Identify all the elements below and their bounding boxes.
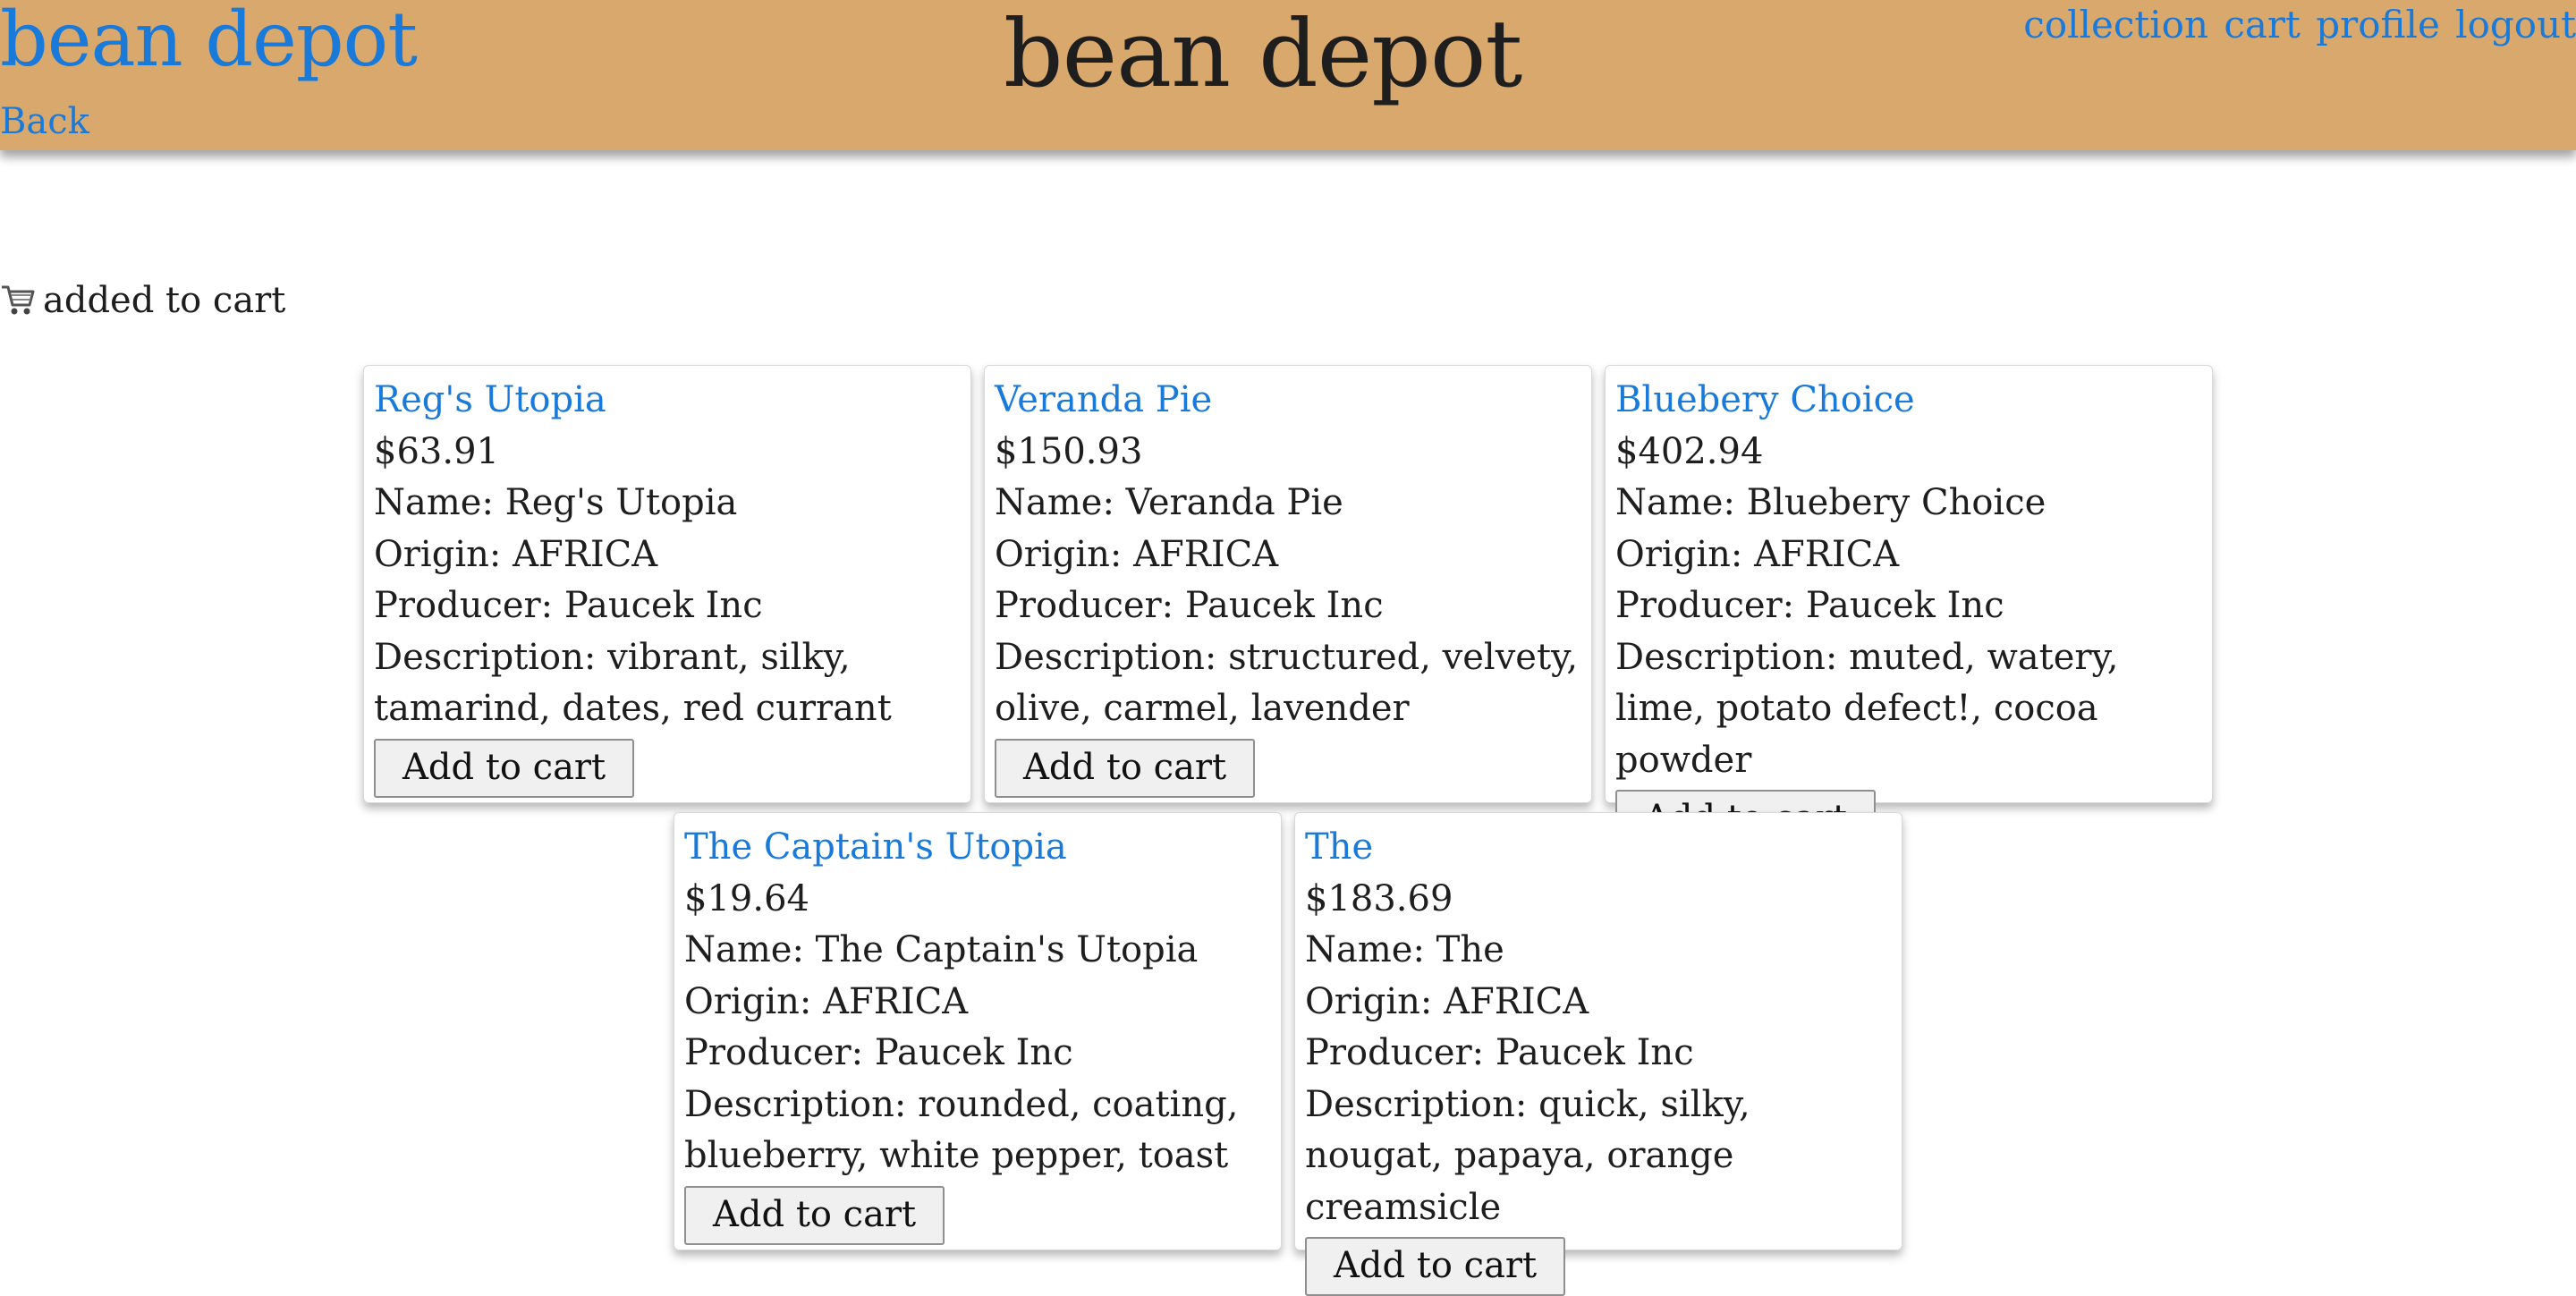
product-title-link[interactable]: The <box>1305 822 1893 874</box>
product-price: $63.91 <box>374 430 499 472</box>
product-name-row: Name: Bluebery Choice <box>1615 478 2203 529</box>
product-origin-row: Origin: AFRICA <box>684 977 1272 1029</box>
site-header: bean depot Back bean depot collection ca… <box>0 0 2576 150</box>
product-card: The Captain's Utopia $19.64 Name: The Ca… <box>674 812 1282 1250</box>
product-name-row: Name: Reg's Utopia <box>374 478 962 529</box>
product-title-link[interactable]: Bluebery Choice <box>1615 375 2203 427</box>
name-label: Name: <box>684 929 816 970</box>
add-to-cart-button[interactable]: Add to cart <box>684 1185 945 1245</box>
product-producer-row: Producer: Paucek Inc <box>684 1028 1272 1080</box>
product-origin-row: Origin: AFRICA <box>995 529 1582 581</box>
cart-icon <box>2 285 35 315</box>
producer-label: Producer: <box>1305 1032 1496 1073</box>
product-name-row: Name: The <box>1305 925 1893 977</box>
description-label: Description: <box>684 1083 919 1125</box>
nav-cart-link[interactable]: cart <box>2224 3 2301 47</box>
description-label: Description: <box>1305 1083 1539 1125</box>
name-label: Name: <box>1305 929 1436 970</box>
product-producer-row: Producer: Paucek Inc <box>374 580 962 632</box>
flash-message: added to cart <box>0 277 285 324</box>
product-name: Veranda Pie <box>1125 482 1343 523</box>
product-origin: AFRICA <box>513 533 658 575</box>
flash-text: added to cart <box>43 280 286 321</box>
producer-label: Producer: <box>1615 585 1806 626</box>
product-name-row: Name: Veranda Pie <box>995 478 1582 529</box>
description-label: Description: <box>995 636 1229 678</box>
product-card: The $183.69 Name: The Origin: AFRICA Pro… <box>1294 812 1902 1296</box>
origin-label: Origin: <box>684 980 824 1022</box>
product-description-row: Description: quick, silky, nougat, papay… <box>1305 1080 1893 1234</box>
nav-logout-link[interactable]: logout <box>2455 3 2576 47</box>
product-card: Veranda Pie $150.93 Name: Veranda Pie Or… <box>984 365 1592 803</box>
origin-label: Origin: <box>374 533 513 575</box>
producer-label: Producer: <box>995 585 1185 626</box>
product-producer-row: Producer: Paucek Inc <box>1615 580 2203 632</box>
product-producer: Paucek Inc <box>564 585 763 626</box>
add-to-cart-button[interactable]: Add to cart <box>1305 1237 1566 1296</box>
add-to-cart-button[interactable]: Add to cart <box>374 738 635 798</box>
product-description-row: Description: vibrant, silky, tamarind, d… <box>374 632 962 735</box>
product-origin: AFRICA <box>1754 533 1900 575</box>
product-title-link[interactable]: The Captain's Utopia <box>684 822 1272 874</box>
product-price: $402.94 <box>1615 430 1764 472</box>
product-name: Bluebery Choice <box>1746 482 2046 523</box>
product-producer: Paucek Inc <box>1805 585 2004 626</box>
product-name: Reg's Utopia <box>504 482 738 523</box>
origin-label: Origin: <box>1615 533 1755 575</box>
product-price: $183.69 <box>1305 877 1453 919</box>
product-card: Reg's Utopia $63.91 Name: Reg's Utopia O… <box>363 365 971 803</box>
product-name: The <box>1436 929 1504 970</box>
product-price: $150.93 <box>995 430 1143 472</box>
product-name-row: Name: The Captain's Utopia <box>684 925 1272 977</box>
product-title-link[interactable]: Veranda Pie <box>995 375 1582 427</box>
product-price: $19.64 <box>684 877 809 919</box>
origin-label: Origin: <box>1305 980 1445 1022</box>
producer-label: Producer: <box>684 1032 875 1073</box>
product-card: Bluebery Choice $402.94 Name: Bluebery C… <box>1605 365 2213 849</box>
product-origin-row: Origin: AFRICA <box>374 529 962 581</box>
brand-link[interactable]: bean depot <box>0 0 418 80</box>
producer-label: Producer: <box>374 585 564 626</box>
product-producer: Paucek Inc <box>874 1032 1073 1073</box>
nav-collection-link[interactable]: collection <box>2023 3 2208 47</box>
product-name: The Captain's Utopia <box>815 929 1199 970</box>
product-grid: Reg's Utopia $63.91 Name: Reg's Utopia O… <box>362 365 2214 1296</box>
description-label: Description: <box>1615 636 1850 678</box>
product-origin: AFRICA <box>1133 533 1279 575</box>
add-to-cart-button[interactable]: Add to cart <box>995 738 1256 798</box>
product-producer: Paucek Inc <box>1495 1032 1694 1073</box>
product-description-row: Description: muted, watery, lime, potato… <box>1615 632 2203 787</box>
description-label: Description: <box>374 636 608 678</box>
name-label: Name: <box>1615 482 1747 523</box>
name-label: Name: <box>374 482 505 523</box>
product-producer: Paucek Inc <box>1184 585 1384 626</box>
origin-label: Origin: <box>995 533 1134 575</box>
product-origin-row: Origin: AFRICA <box>1305 977 1893 1029</box>
nav-profile-link[interactable]: profile <box>2316 3 2440 47</box>
page-title: bean depot <box>1004 0 1522 108</box>
product-origin: AFRICA <box>1444 980 1589 1022</box>
product-producer-row: Producer: Paucek Inc <box>995 580 1582 632</box>
name-label: Name: <box>995 482 1126 523</box>
product-producer-row: Producer: Paucek Inc <box>1305 1028 1893 1080</box>
product-title-link[interactable]: Reg's Utopia <box>374 375 962 427</box>
top-nav: collection cart profile logout <box>2020 2 2576 48</box>
product-description-row: Description: structured, velvety, olive,… <box>995 632 1582 735</box>
product-origin: AFRICA <box>823 980 969 1022</box>
product-origin-row: Origin: AFRICA <box>1615 529 2203 581</box>
back-link[interactable]: Back <box>0 100 89 143</box>
product-description-row: Description: rounded, coating, blueberry… <box>684 1080 1272 1182</box>
